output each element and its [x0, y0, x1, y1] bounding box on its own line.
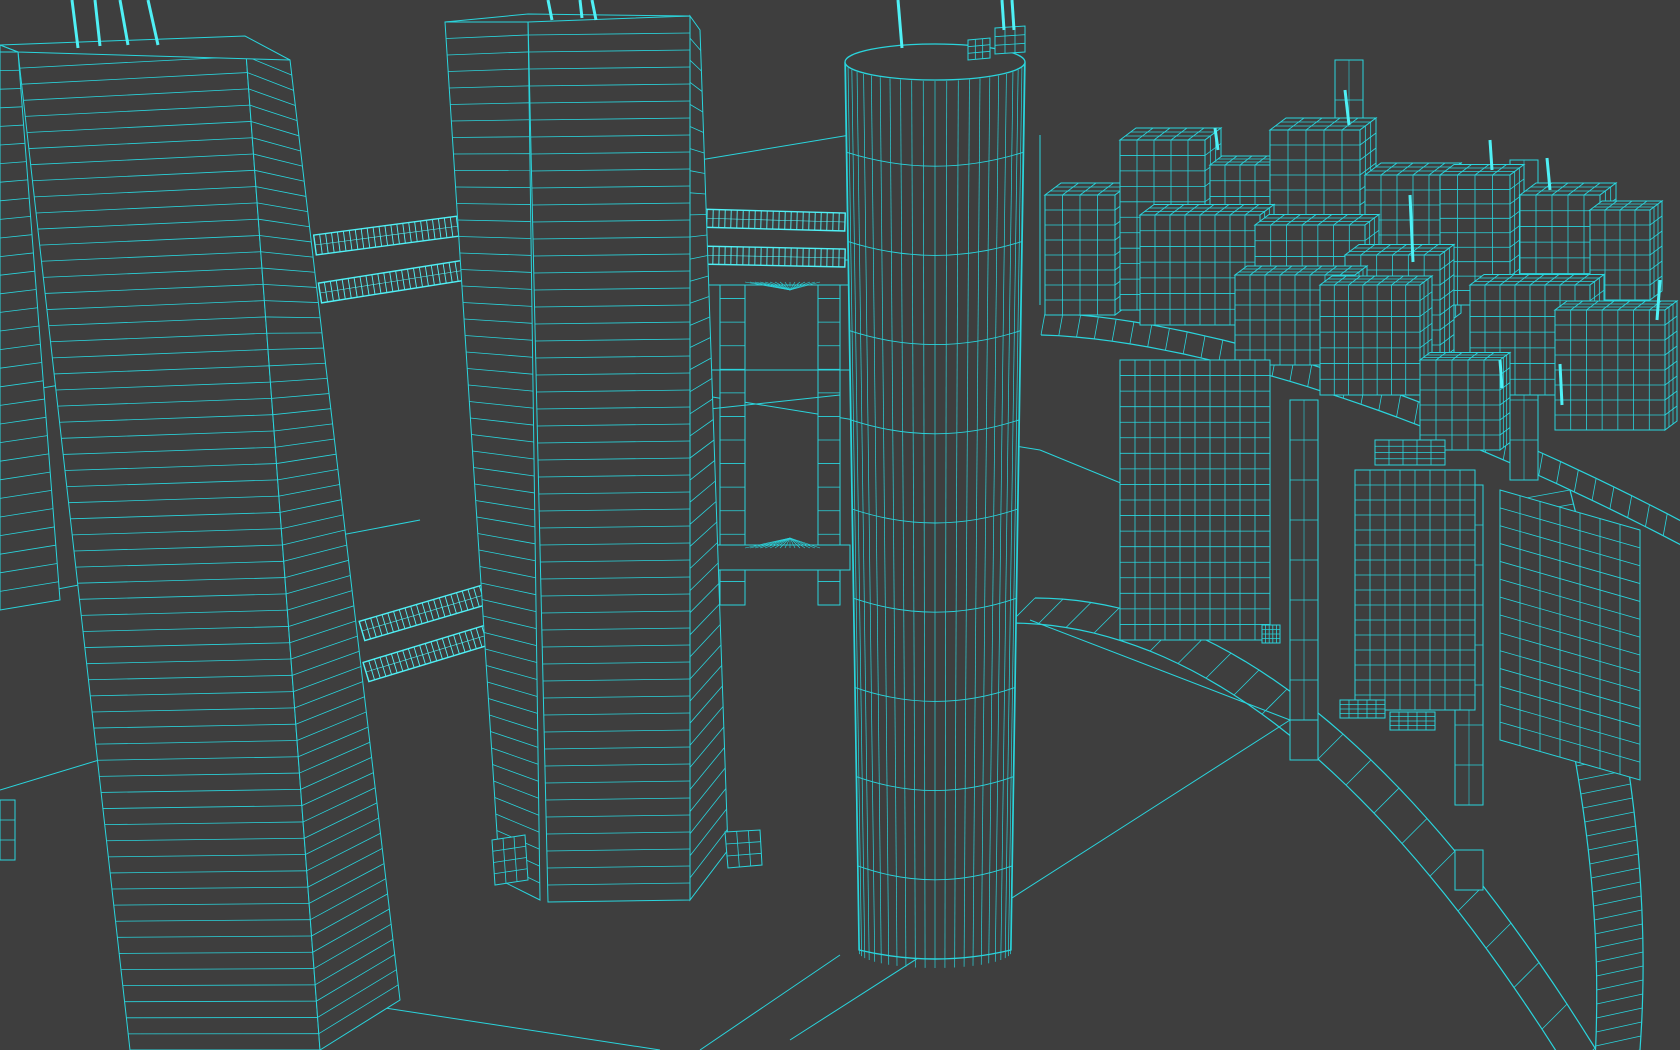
wireframe-render: [0, 0, 1680, 1050]
wireframe-city-scene: [0, 0, 1680, 1050]
cylinder-tower: [844, 25, 1026, 968]
